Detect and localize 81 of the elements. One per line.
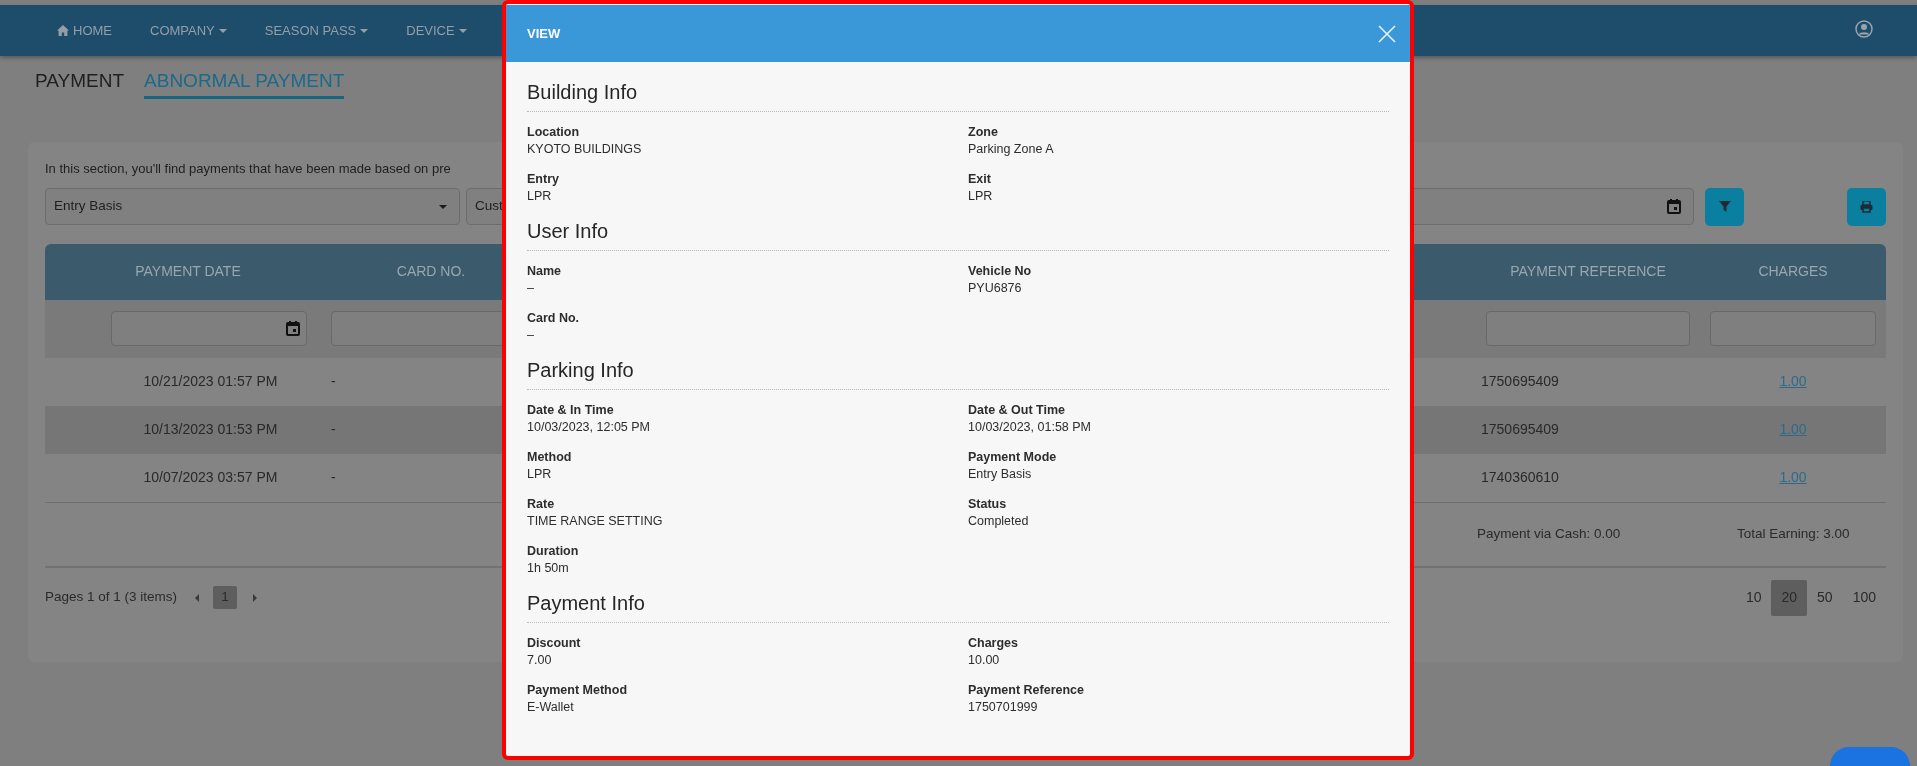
column-header: PAYMENT DATE	[135, 262, 241, 281]
page-size-button[interactable]: 50	[1807, 579, 1843, 616]
field-label: Status	[968, 496, 1008, 513]
field-label: Duration	[527, 543, 580, 560]
field-value: LPR	[968, 188, 994, 205]
table-cell-text: 10/07/2023 03:57 PM	[143, 468, 278, 487]
field-label: Exit	[968, 171, 992, 188]
nav-link[interactable]: COMPANY	[150, 20, 227, 41]
nav-link[interactable]: DEVICE	[406, 20, 467, 41]
previous-page-icon[interactable]	[195, 593, 200, 602]
field-label: Discount	[527, 635, 582, 652]
field-value: E-Wallet	[527, 699, 575, 716]
field-value: 10/03/2023, 12:05 PM	[527, 419, 651, 436]
table-cell-text: -	[331, 372, 336, 391]
table-cell-text: 1750695409	[1481, 420, 1559, 439]
calendar-icon	[286, 321, 300, 336]
dropdown-select[interactable]: Entry Basis	[45, 188, 460, 225]
field-value: –	[527, 280, 535, 297]
page-size-button[interactable]: 10	[1735, 579, 1772, 616]
pager-info: Pages 1 of 1 (3 items)	[45, 588, 178, 607]
nav-link[interactable]: HOME	[57, 20, 112, 41]
field-label: Location	[527, 124, 581, 141]
field-label: Payment Mode	[968, 449, 1058, 466]
filter-icon	[1718, 201, 1731, 212]
field-label: Vehicle No	[968, 263, 1033, 280]
field-label: Rate	[527, 496, 556, 513]
field-value: KYOTO BUILDINGS	[527, 141, 643, 158]
table-cell-text: 10/13/2023 01:53 PM	[143, 420, 278, 439]
caret-icon	[439, 204, 447, 209]
column-header: CARD NO.	[396, 262, 466, 281]
home-icon	[57, 25, 69, 36]
print-button[interactable]	[1847, 187, 1886, 226]
field-label: Payment Method	[527, 682, 628, 699]
filter-button[interactable]	[1705, 187, 1744, 226]
table-cell-text: 10/21/2023 01:57 PM	[143, 372, 278, 391]
field-value: Parking Zone A	[968, 141, 1055, 158]
section-title: Building Info	[527, 80, 639, 105]
field-value: 10/03/2023, 01:58 PM	[968, 419, 1092, 436]
field-label: Zone	[968, 124, 999, 141]
column-header: CHARGES	[1758, 262, 1828, 281]
next-page-icon[interactable]	[253, 593, 258, 602]
page-tab[interactable]: PAYMENT	[35, 68, 125, 99]
field-value: TIME RANGE SETTING	[527, 513, 664, 530]
field-value: LPR	[527, 188, 553, 205]
page-size-button[interactable]: 100	[1842, 579, 1886, 616]
description-text: In this section, you'll find payments that have been made based on pre	[45, 160, 451, 178]
section-title: User Info	[527, 219, 610, 244]
field-value: 10.00	[968, 652, 1001, 669]
field-value: 1750701999	[968, 699, 1039, 716]
field-value: Completed	[968, 513, 1030, 530]
dialog-title: VIEW	[527, 24, 561, 43]
user-avatar-icon[interactable]	[1855, 20, 1873, 38]
close-button[interactable]	[1376, 22, 1398, 45]
section-title: Payment Info	[527, 591, 646, 616]
table-cell-text: -	[331, 468, 336, 487]
close-icon	[1378, 24, 1396, 43]
field-label: Name	[527, 263, 563, 280]
section-title: Parking Info	[527, 358, 635, 383]
field-value: 1h 50m	[527, 560, 570, 577]
table-cell-text: 1740360610	[1481, 468, 1559, 487]
field-label: Payment Reference	[968, 682, 1086, 699]
table-cell-text: -	[331, 420, 336, 439]
summary-text: Payment via Cash: 0.00	[1476, 524, 1622, 543]
field-label: Entry	[527, 171, 560, 188]
field-label: Date & In Time	[527, 402, 615, 419]
field-value: PYU6876	[968, 280, 1023, 297]
field-value: –	[527, 327, 535, 344]
field-label: Charges	[968, 635, 1020, 652]
printer-icon	[1860, 200, 1873, 213]
calendar-icon	[1667, 199, 1681, 214]
field-value: 7.00	[527, 652, 553, 669]
summary-text: Total Earning: 3.00	[1735, 524, 1851, 543]
field-label: Card No.	[527, 310, 581, 327]
column-header: PAYMENT REFERENCE	[1510, 262, 1666, 281]
field-value: LPR	[527, 466, 553, 483]
field-label: Method	[527, 449, 573, 466]
table-cell-text: 1750695409	[1481, 372, 1559, 391]
field-value: Entry Basis	[968, 466, 1033, 483]
date-filter-field[interactable]	[111, 311, 307, 346]
nav-link[interactable]: SEASON PASS	[264, 20, 369, 41]
field-label: Date & Out Time	[968, 402, 1066, 419]
